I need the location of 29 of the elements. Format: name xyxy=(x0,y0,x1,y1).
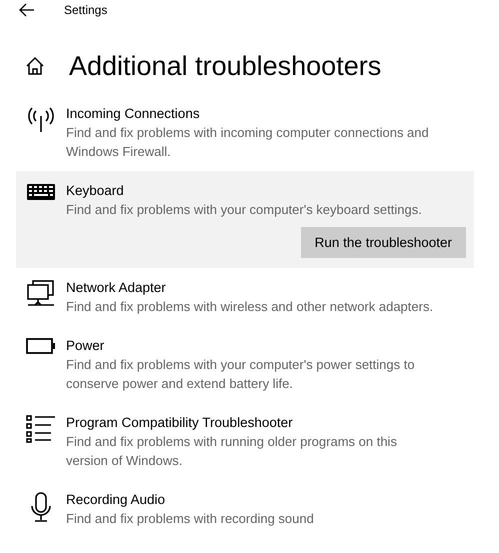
microphone-icon xyxy=(29,492,53,522)
troubleshooter-title: Program Compatibility Troubleshooter xyxy=(66,414,294,432)
keyboard-icon xyxy=(26,183,56,201)
troubleshooter-item[interactable]: Power Find and fix problems with your computer's power settings to conserve power and extend battery life. xyxy=(16,326,474,403)
troubleshooter-description: Find and fix problems with your computer's keyboard settings. xyxy=(66,201,423,219)
battery-icon xyxy=(26,338,56,354)
home-icon[interactable] xyxy=(25,56,45,76)
troubleshooter-title: Keyboard xyxy=(66,182,125,200)
troubleshooter-description: Find and fix problems with wireless and other network adapters. xyxy=(66,298,434,316)
troubleshooter-title: Incoming Connections xyxy=(66,105,201,123)
run-troubleshooter-button[interactable]: Run the troubleshooter xyxy=(300,227,466,258)
troubleshooter-description: Find and fix problems with incoming computer connections and Windows Firewall. xyxy=(66,124,430,161)
computers-icon xyxy=(27,280,55,308)
troubleshooter-title: Network Adapter xyxy=(66,279,167,297)
troubleshooter-title: Recording Audio xyxy=(66,491,166,509)
troubleshooter-description: Find and fix problems with running older programs on this version of Windows. xyxy=(66,433,398,470)
list-icon xyxy=(26,415,56,443)
window-title: Settings xyxy=(64,3,108,17)
troubleshooter-item[interactable]: Incoming Connections Find and fix problems with incoming computer connections and Windows Firewall. xyxy=(16,94,474,171)
troubleshooter-description: Find and fix problems with recording sound xyxy=(66,510,315,528)
troubleshooter-item[interactable]: Network Adapter Find and fix problems with wireless and other network adapters. xyxy=(16,268,474,326)
troubleshooter-title: Power xyxy=(66,337,106,355)
antenna-icon xyxy=(26,106,56,134)
troubleshooter-item[interactable]: Keyboard Find and fix problems with your computer's keyboard settings. Run the troubleshooter xyxy=(16,171,474,268)
troubleshooter-description: Find and fix problems with your computer's power settings to conserve power and extend battery life. xyxy=(66,356,416,393)
back-arrow-icon[interactable] xyxy=(19,3,35,17)
troubleshooter-item[interactable]: Program Compatibility Troubleshooter Find and fix problems with running older programs on this version of Windows. xyxy=(16,403,474,480)
page-heading: Additional troubleshooters xyxy=(69,50,382,82)
troubleshooter-item[interactable]: Recording Audio Find and fix problems with recording sound xyxy=(16,480,474,538)
